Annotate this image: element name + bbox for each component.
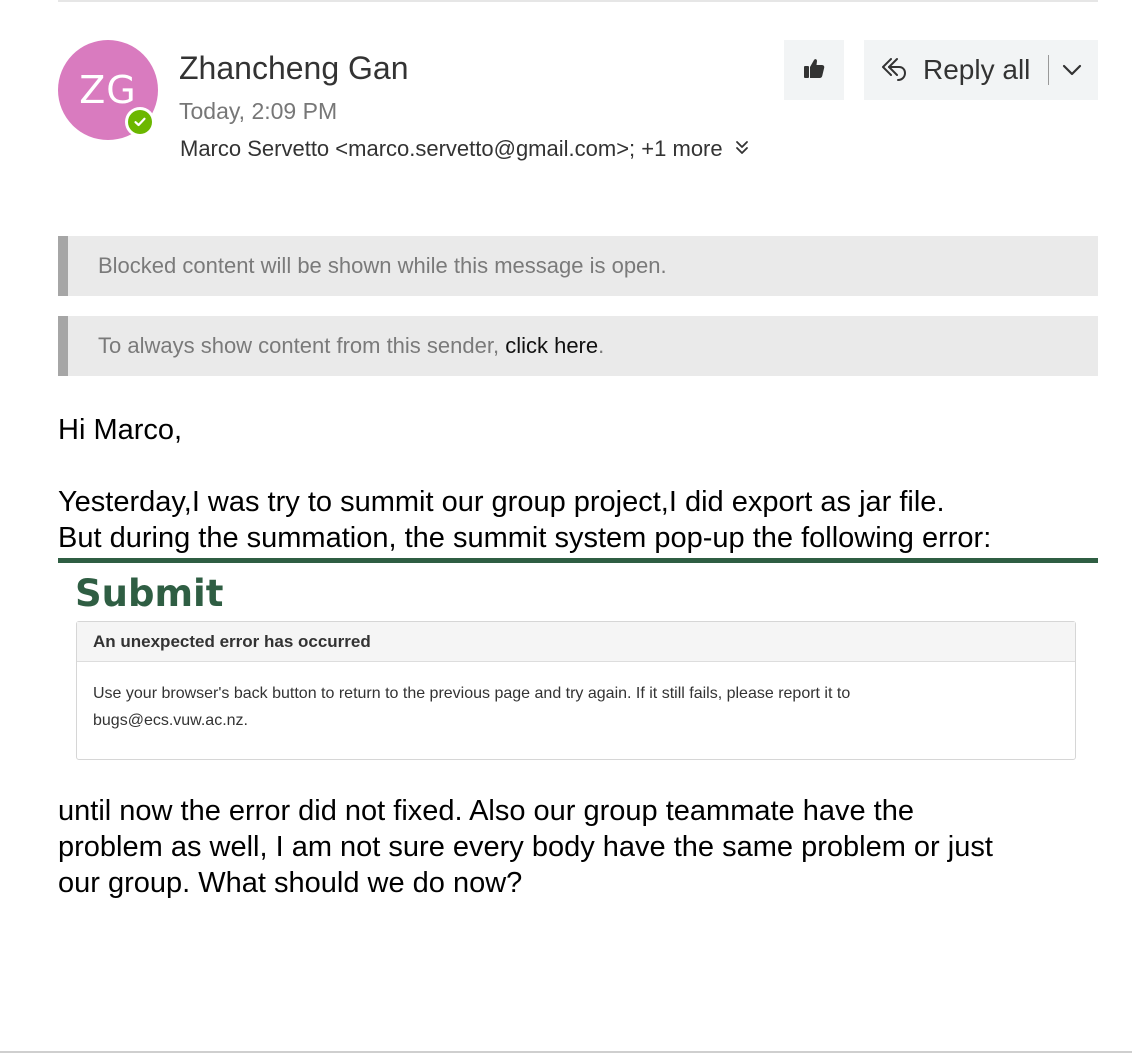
error-panel: An unexpected error has occurred Use you… — [76, 621, 1076, 760]
like-button[interactable] — [784, 40, 844, 100]
error-message: Use your browser's back button to return… — [77, 662, 1075, 734]
presence-badge — [125, 107, 155, 137]
always-show-text: To always show content from this sender, — [98, 333, 506, 358]
button-separator — [1048, 55, 1050, 85]
presence-available-icon — [128, 110, 152, 134]
message-line: our group. What should we do now? — [58, 867, 523, 899]
top-divider — [58, 0, 1098, 2]
always-show-notice: To always show content from this sender,… — [58, 316, 1098, 376]
screenshot-title: Submit — [75, 572, 224, 615]
reply-all-icon — [879, 55, 909, 85]
recipient[interactable]: Marco Servetto <marco.servetto@gmail.com… — [180, 136, 635, 161]
error-line: bugs@ecs.vuw.ac.nz. — [93, 712, 248, 729]
message-line: until now the error did not fixed. Also … — [58, 795, 914, 827]
message-line: problem as well, I am not sure every bod… — [58, 831, 993, 863]
recipients-line: Marco Servetto <marco.servetto@gmail.com… — [180, 136, 749, 163]
more-recipients-link[interactable]: +1 more — [641, 136, 722, 161]
thumbs-up-icon — [801, 55, 827, 86]
reply-all-button[interactable]: Reply all — [864, 40, 1098, 100]
screenshot-header-rule — [58, 558, 1098, 563]
message-line: But during the summation, the summit sys… — [58, 522, 992, 554]
message-paragraph-2: until now the error did not fixed. Also … — [58, 793, 1118, 901]
message-paragraph-1: Yesterday,I was try to summit our group … — [58, 484, 1118, 556]
embedded-error-screenshot: Submit An unexpected error has occurred … — [58, 558, 1098, 770]
bottom-divider — [0, 1051, 1132, 1053]
error-line: Use your browser's back button to return… — [93, 685, 851, 702]
reply-all-label: Reply all — [923, 54, 1031, 85]
sender-name[interactable]: Zhancheng Gan — [179, 50, 409, 87]
sent-time: Today, 2:09 PM — [179, 98, 338, 124]
error-heading: An unexpected error has occurred — [77, 622, 1075, 662]
message-line: Yesterday,I was try to summit our group … — [58, 486, 945, 518]
chevron-down-icon[interactable] — [1061, 59, 1083, 81]
click-here-link[interactable]: click here — [505, 333, 598, 358]
always-show-suffix: . — [598, 333, 605, 358]
blocked-content-text: Blocked content will be shown while this… — [98, 253, 667, 278]
message-greeting: Hi Marco, — [58, 414, 183, 446]
chevron-double-down-icon[interactable] — [735, 137, 749, 163]
blocked-content-notice: Blocked content will be shown while this… — [58, 236, 1098, 296]
